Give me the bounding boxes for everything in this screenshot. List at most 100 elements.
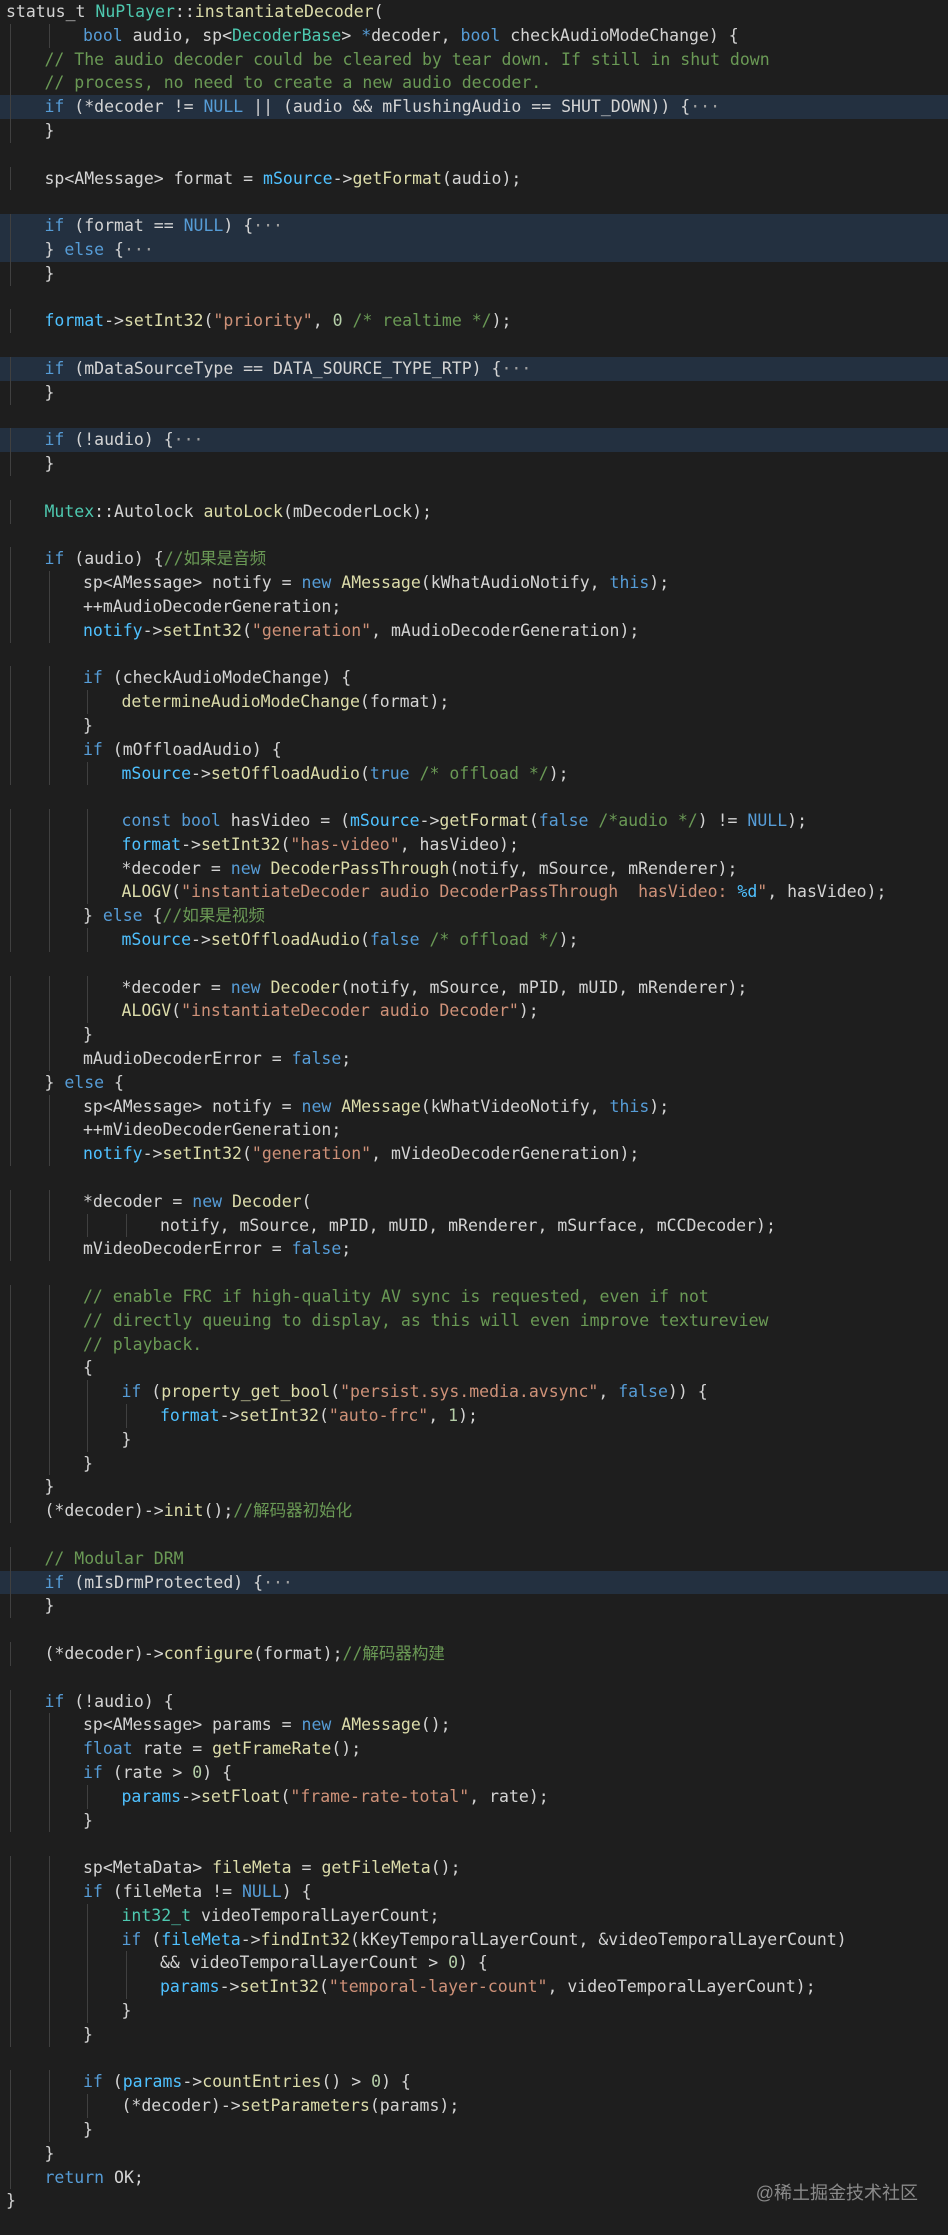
- code-line[interactable]: [0, 2047, 948, 2071]
- code-line[interactable]: // The audio decoder could be cleared by…: [0, 47, 948, 72]
- code-lines[interactable]: status_t NuPlayer::instantiateDecoder(bo…: [0, 0, 948, 2213]
- code-line[interactable]: mSource->setOffloadAudio(false /* offloa…: [0, 928, 948, 952]
- code-line[interactable]: [0, 1523, 948, 1547]
- code-line[interactable]: [0, 1832, 948, 1856]
- code-line[interactable]: }: [0, 1998, 948, 2023]
- code-line[interactable]: format->setInt32("has-video", hasVideo);: [0, 832, 948, 857]
- code-line[interactable]: const bool hasVideo = (mSource->getForma…: [0, 809, 948, 833]
- code-line[interactable]: }: [0, 261, 948, 286]
- code-line[interactable]: *decoder = new Decoder(: [0, 1189, 948, 1214]
- code-line[interactable]: [0, 643, 948, 667]
- code-line[interactable]: }: [0, 1475, 948, 1500]
- code-line[interactable]: if (mOffloadAudio) {: [0, 737, 948, 762]
- code-line[interactable]: if (mIsDrmProtected) {···: [0, 1570, 948, 1595]
- code-line[interactable]: notify->setInt32("generation", mAudioDec…: [0, 618, 948, 643]
- code-line[interactable]: }: [0, 452, 948, 476]
- code-line[interactable]: ++mVideoDecoderGeneration;: [0, 1118, 948, 1143]
- code-line[interactable]: if (params->countEntries() > 0) {: [0, 2070, 948, 2095]
- code-line[interactable]: notify->setInt32("generation", mVideoDec…: [0, 1142, 948, 1167]
- code-line[interactable]: } else {//如果是视频: [0, 904, 948, 929]
- code-line[interactable]: *decoder = new Decoder(notify, mSource, …: [0, 975, 948, 1000]
- code-line[interactable]: } else {: [0, 1070, 948, 1095]
- code-line[interactable]: if (format == NULL) {···: [0, 214, 948, 238]
- code-line[interactable]: ++mAudioDecoderGeneration;: [0, 594, 948, 619]
- code-line[interactable]: Mutex::Autolock autoLock(mDecoderLock);: [0, 499, 948, 524]
- code-line[interactable]: [0, 190, 948, 214]
- code-line[interactable]: sp<MetaData> fileMeta = getFileMeta();: [0, 1856, 948, 1880]
- code-editor[interactable]: status_t NuPlayer::instantiateDecoder(bo…: [0, 0, 948, 2235]
- code-line[interactable]: [0, 333, 948, 357]
- code-line[interactable]: [0, 1666, 948, 1690]
- code-line[interactable]: }: [0, 118, 948, 143]
- code-line[interactable]: if (rate > 0) {: [0, 1760, 948, 1785]
- code-line[interactable]: }: [0, 1451, 948, 1476]
- indent-guide: [48, 1951, 50, 1976]
- code-line[interactable]: (*decoder)->setParameters(params);: [0, 2094, 948, 2118]
- code-line[interactable]: [0, 524, 948, 548]
- fold-ellipsis[interactable]: ···: [174, 430, 204, 449]
- code-line[interactable]: [0, 143, 948, 167]
- code-line[interactable]: mVideoDecoderError = false;: [0, 1237, 948, 1262]
- code-line[interactable]: [0, 405, 948, 429]
- code-line[interactable]: }: [0, 1023, 948, 1048]
- fold-ellipsis[interactable]: ···: [263, 1573, 293, 1592]
- code-line[interactable]: // directly queuing to display, as this …: [0, 1308, 948, 1333]
- code-line[interactable]: if (mDataSourceType == DATA_SOURCE_TYPE_…: [0, 356, 948, 381]
- code-line[interactable]: if (*decoder != NULL || (audio && mFlush…: [0, 95, 948, 119]
- code-line[interactable]: // playback.: [0, 1332, 948, 1357]
- code-line[interactable]: determineAudioModeChange(format);: [0, 690, 948, 714]
- code-line[interactable]: {: [0, 1356, 948, 1381]
- code-line[interactable]: notify, mSource, mPID, mUID, mRenderer, …: [0, 1213, 948, 1238]
- code-line[interactable]: [0, 952, 948, 976]
- code-line[interactable]: }: [0, 713, 948, 738]
- code-line[interactable]: [0, 286, 948, 310]
- code-line[interactable]: params->setInt32("temporal-layer-count",…: [0, 1975, 948, 1999]
- code-line[interactable]: }: [0, 1427, 948, 1452]
- code-line[interactable]: [0, 1261, 948, 1285]
- fold-ellipsis[interactable]: ···: [501, 359, 531, 378]
- code-line[interactable]: sp<AMessage> params = new AMessage();: [0, 1713, 948, 1738]
- code-line[interactable]: // process, no need to create a new audi…: [0, 71, 948, 96]
- code-line[interactable]: (*decoder)->configure(format);//解码器构建: [0, 1641, 948, 1666]
- code-line[interactable]: sp<AMessage> notify = new AMessage(kWhat…: [0, 1094, 948, 1119]
- code-line[interactable]: if (!audio) {: [0, 1689, 948, 1714]
- code-line[interactable]: if (fileMeta != NULL) {: [0, 1879, 948, 1904]
- code-line[interactable]: format->setInt32("priority", 0 /* realti…: [0, 309, 948, 334]
- code-line[interactable]: if (property_get_bool("persist.sys.media…: [0, 1380, 948, 1405]
- code-line[interactable]: sp<AMessage> notify = new AMessage(kWhat…: [0, 571, 948, 595]
- code-line[interactable]: // Modular DRM: [0, 1546, 948, 1571]
- code-line[interactable]: // enable FRC if high-quality AV sync is…: [0, 1285, 948, 1309]
- code-line[interactable]: if (audio) {//如果是音频: [0, 547, 948, 572]
- code-line[interactable]: [0, 1618, 948, 1642]
- code-line[interactable]: ALOGV("instantiateDecoder audio Decoder"…: [0, 999, 948, 1024]
- code-line[interactable]: if (fileMeta->findInt32(kKeyTemporalLaye…: [0, 1927, 948, 1952]
- code-line[interactable]: ALOGV("instantiateDecoder audio DecoderP…: [0, 880, 948, 905]
- code-line[interactable]: (*decoder)->init();//解码器初始化: [0, 1499, 948, 1523]
- code-line[interactable]: sp<AMessage> format = mSource->getFormat…: [0, 166, 948, 191]
- code-line[interactable]: bool audio, sp<DecoderBase> *decoder, bo…: [0, 23, 948, 48]
- code-line[interactable]: && videoTemporalLayerCount > 0) {: [0, 1951, 948, 1976]
- fold-ellipsis[interactable]: ···: [124, 240, 154, 259]
- code-line[interactable]: }: [0, 2117, 948, 2142]
- code-line[interactable]: status_t NuPlayer::instantiateDecoder(: [0, 0, 948, 24]
- code-line[interactable]: }: [0, 1808, 948, 1833]
- code-line[interactable]: params->setFloat("frame-rate-total", rat…: [0, 1784, 948, 1809]
- code-line[interactable]: mAudioDecoderError = false;: [0, 1047, 948, 1071]
- code-line[interactable]: format->setInt32("auto-frc", 1);: [0, 1404, 948, 1428]
- code-line[interactable]: float rate = getFrameRate();: [0, 1737, 948, 1761]
- code-line[interactable]: }: [0, 2022, 948, 2047]
- code-line[interactable]: *decoder = new DecoderPassThrough(notify…: [0, 856, 948, 881]
- code-line[interactable]: int32_t videoTemporalLayerCount;: [0, 1903, 948, 1928]
- code-line[interactable]: }: [0, 380, 948, 405]
- code-line[interactable]: [0, 1166, 948, 1190]
- fold-ellipsis[interactable]: ···: [690, 97, 720, 116]
- fold-ellipsis[interactable]: ···: [253, 216, 283, 235]
- code-line[interactable]: mSource->setOffloadAudio(true /* offload…: [0, 761, 948, 786]
- code-line[interactable]: }: [0, 1594, 948, 1619]
- code-line[interactable]: if (checkAudioModeChange) {: [0, 666, 948, 691]
- code-line[interactable]: [0, 785, 948, 809]
- code-line[interactable]: [0, 476, 948, 500]
- code-line[interactable]: } else {···: [0, 237, 948, 262]
- code-line[interactable]: }: [0, 2141, 948, 2166]
- code-line[interactable]: if (!audio) {···: [0, 428, 948, 453]
